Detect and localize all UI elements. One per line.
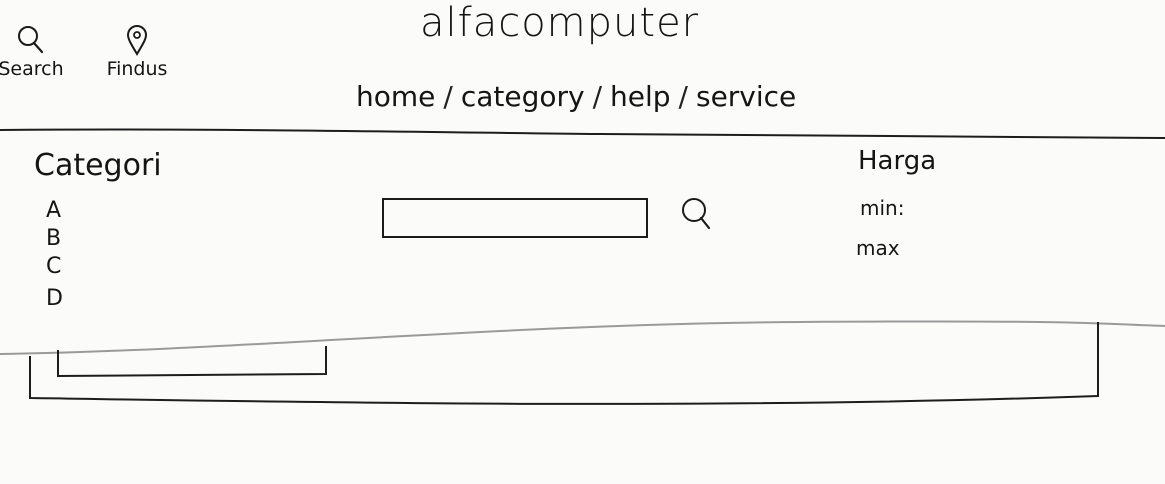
findus-utility-link[interactable]: Findus bbox=[96, 24, 178, 80]
brand-logo-text: alfacomputer bbox=[420, 0, 700, 46]
search-button[interactable] bbox=[678, 194, 718, 234]
nav-separator: / bbox=[592, 80, 603, 113]
nav-separator: / bbox=[443, 80, 453, 113]
main-nav: home / category / help / service bbox=[356, 80, 796, 113]
price-min-label[interactable]: min: bbox=[860, 196, 904, 220]
findus-utility-label: Findus bbox=[106, 58, 168, 80]
search-input[interactable] bbox=[382, 198, 648, 238]
header-divider bbox=[0, 128, 1165, 139]
nav-service[interactable]: service bbox=[696, 80, 796, 113]
category-title: Categori bbox=[34, 148, 162, 183]
price-max-label[interactable]: max bbox=[856, 236, 900, 260]
nav-separator: / bbox=[678, 80, 688, 113]
search-icon bbox=[682, 198, 711, 230]
search-icon bbox=[18, 26, 44, 54]
lower-content-frame bbox=[0, 320, 1165, 405]
category-item-b[interactable]: B bbox=[46, 226, 61, 251]
search-utility-link[interactable]: Search bbox=[0, 24, 64, 80]
category-item-c[interactable]: C bbox=[46, 254, 61, 279]
search-utility-label: Search bbox=[0, 58, 64, 80]
product-area-frame bbox=[29, 322, 1099, 405]
price-filter-title: Harga bbox=[858, 146, 937, 176]
category-item-a[interactable]: A bbox=[46, 198, 61, 223]
section-divider bbox=[0, 320, 1165, 355]
nav-home[interactable]: home bbox=[356, 80, 435, 113]
nav-category[interactable]: category bbox=[461, 80, 585, 113]
category-item-d[interactable]: D bbox=[46, 286, 63, 311]
nav-help[interactable]: help bbox=[610, 80, 671, 113]
location-pin-icon bbox=[126, 25, 148, 56]
